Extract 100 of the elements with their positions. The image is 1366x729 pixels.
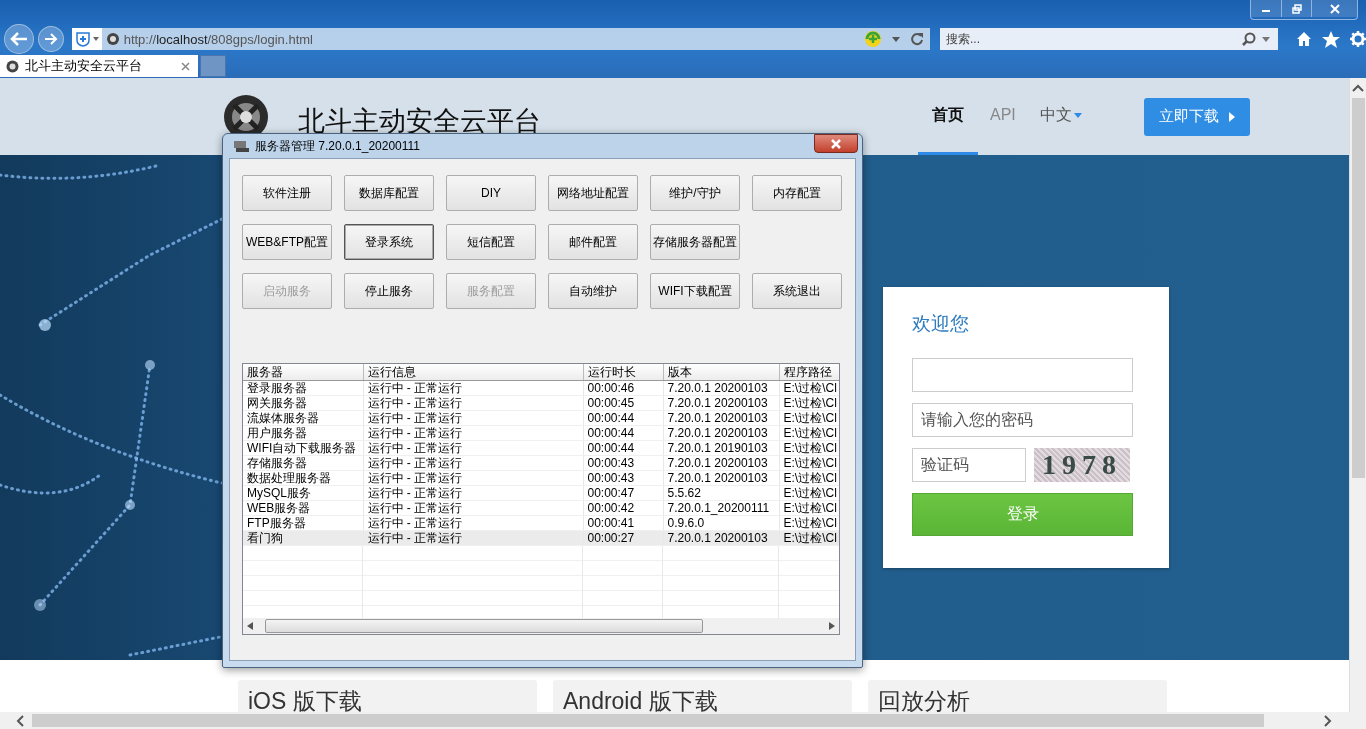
restore-button[interactable]	[1281, 0, 1311, 17]
dialog-button[interactable]: 停止服务	[344, 273, 434, 309]
download-card-title[interactable]: 回放分析	[868, 680, 1167, 712]
security-button[interactable]	[71, 28, 102, 50]
table-cell: 运行中 - 正常运行	[363, 425, 583, 441]
table-cell: 7.20.0.1 20200103	[663, 425, 779, 441]
welcome-heading: 欢迎您	[912, 312, 970, 336]
password-field[interactable]: 请输入您的密码	[912, 403, 1133, 437]
dialog-button[interactable]: 软件注册	[242, 175, 332, 211]
dialog-title: 服务器管理 7.20.0.1_20200111	[255, 137, 421, 155]
dialog-button[interactable]: 自动维护	[548, 273, 638, 309]
table-cell: 运行中 - 正常运行	[363, 395, 583, 411]
captcha-field[interactable]: 验证码	[912, 448, 1026, 482]
dialog-button[interactable]: 登录系统	[344, 224, 434, 260]
dialog-button[interactable]: 网络地址配置	[548, 175, 638, 211]
close-button[interactable]	[814, 134, 858, 153]
table-cell: 运行中 - 正常运行	[363, 485, 583, 501]
table-cell: 00:00:43	[583, 455, 663, 471]
caret-icon[interactable]	[892, 36, 900, 42]
horizontal-scrollbar[interactable]	[0, 712, 1366, 729]
dialog-button[interactable]: 邮件配置	[548, 224, 638, 260]
browser-tab[interactable]: 北斗主动安全云平台	[0, 55, 198, 77]
dialog-button[interactable]: WIFI下载配置	[650, 273, 740, 309]
server-list[interactable]	[242, 363, 840, 635]
nav-link[interactable]: 中文	[1027, 78, 1094, 155]
search-field[interactable]: 搜索...	[940, 28, 1278, 50]
table-cell: 运行中 - 正常运行	[363, 440, 583, 456]
table-cell: 00:00:44	[583, 425, 663, 441]
table-cell: 7.20.0.1 20200103	[663, 470, 779, 486]
table-cell: 00:00:45	[583, 395, 663, 411]
site-logo-icon	[105, 32, 120, 46]
table-cell: 运行中 - 正常运行	[363, 455, 583, 471]
search-icon[interactable]	[1242, 32, 1256, 46]
close-icon[interactable]	[181, 61, 190, 71]
caret-icon[interactable]	[1073, 112, 1082, 118]
column-header[interactable]: 程序路径	[779, 364, 839, 381]
dialog-button[interactable]: 维护/守护	[650, 175, 740, 211]
right-arrow-icon[interactable]	[829, 622, 835, 630]
site-logo-icon	[6, 59, 19, 73]
table-cell: E:\过检\Cl	[779, 470, 839, 486]
dialog-button[interactable]: 数据库配置	[344, 175, 434, 211]
table-cell: E:\过检\Cl	[779, 440, 839, 456]
table-cell: 运行中 - 正常运行	[363, 470, 583, 486]
table-cell: 运行中 - 正常运行	[363, 515, 583, 531]
table-cell: 存储服务器	[243, 455, 363, 471]
refresh-icon[interactable]	[910, 32, 924, 46]
table-cell: E:\过检\Cl	[779, 485, 839, 501]
table-cell: 00:00:42	[583, 500, 663, 516]
table-cell: 5.5.62	[663, 485, 779, 501]
table-cell: 运行中 - 正常运行	[363, 410, 583, 426]
dialog-button[interactable]: 短信配置	[446, 224, 536, 260]
table-cell: WEB服务器	[243, 500, 363, 516]
dialog-button[interactable]: 系统退出	[752, 273, 842, 309]
username-field[interactable]	[912, 358, 1133, 392]
caret-icon[interactable]	[1228, 111, 1235, 122]
table-cell: 00:00:44	[583, 440, 663, 456]
back-button[interactable]	[4, 24, 34, 54]
star-icon[interactable]	[1322, 30, 1340, 48]
horizontal-scrollbar[interactable]	[243, 618, 839, 634]
caret-icon[interactable]	[1262, 36, 1270, 42]
dialog-button[interactable]: WEB&FTP配置	[242, 224, 332, 260]
table-cell: E:\过检\Cl	[779, 410, 839, 426]
table-cell: 运行中 - 正常运行	[363, 380, 583, 396]
column-header[interactable]: 服务器	[243, 364, 363, 381]
minimize-button[interactable]	[1251, 0, 1281, 17]
table-cell: 7.20.0.1 20200103	[663, 395, 779, 411]
table-cell: E:\过检\Cl	[779, 455, 839, 471]
back-arrow-icon[interactable]	[9, 32, 28, 46]
left-arrow-icon[interactable]	[247, 622, 253, 630]
table-cell: E:\过检\Cl	[779, 500, 839, 516]
download-card-title[interactable]: iOS 版下载	[238, 680, 537, 712]
table-cell: 0.9.6.0	[663, 515, 779, 531]
table-cell: E:\过检\Cl	[779, 395, 839, 411]
table-cell: 运行中 - 正常运行	[363, 500, 583, 516]
dialog-button[interactable]: DIY	[446, 175, 536, 211]
table-cell: 流媒体服务器	[243, 410, 363, 426]
table-cell: 7.20.0.1_20200111	[663, 500, 779, 516]
shield-plus-icon[interactable]	[74, 31, 91, 47]
table-cell: WIFI自动下载服务器	[243, 440, 363, 456]
column-header[interactable]: 运行信息	[363, 364, 583, 381]
table-cell: 7.20.0.1 20190103	[663, 440, 779, 456]
download-card-title[interactable]: Android 版下载	[553, 680, 852, 712]
close-button[interactable]	[1311, 0, 1357, 17]
table-cell: 00:00:44	[583, 410, 663, 426]
column-header[interactable]: 运行时长	[583, 364, 663, 381]
table-cell: E:\过检\Cl	[779, 515, 839, 531]
home-icon[interactable]	[1296, 30, 1312, 47]
captcha-image: 1978	[1034, 448, 1130, 482]
column-header[interactable]: 版本	[663, 364, 779, 381]
dialog-button[interactable]: 存储服务器配置	[650, 224, 740, 260]
restore-icon[interactable]	[1291, 3, 1302, 14]
settings-icon[interactable]	[1350, 30, 1366, 47]
forward-arrow-icon[interactable]	[43, 33, 58, 45]
dialog-button[interactable]: 内存配置	[752, 175, 842, 211]
table-cell: 7.20.0.1 20200103	[663, 380, 779, 396]
vertical-scrollbar[interactable]	[1349, 78, 1366, 712]
table-cell: MySQL服务	[243, 485, 363, 501]
table-cell: 网关服务器	[243, 395, 363, 411]
caret-icon[interactable]	[92, 37, 99, 41]
forward-button[interactable]	[37, 26, 64, 52]
